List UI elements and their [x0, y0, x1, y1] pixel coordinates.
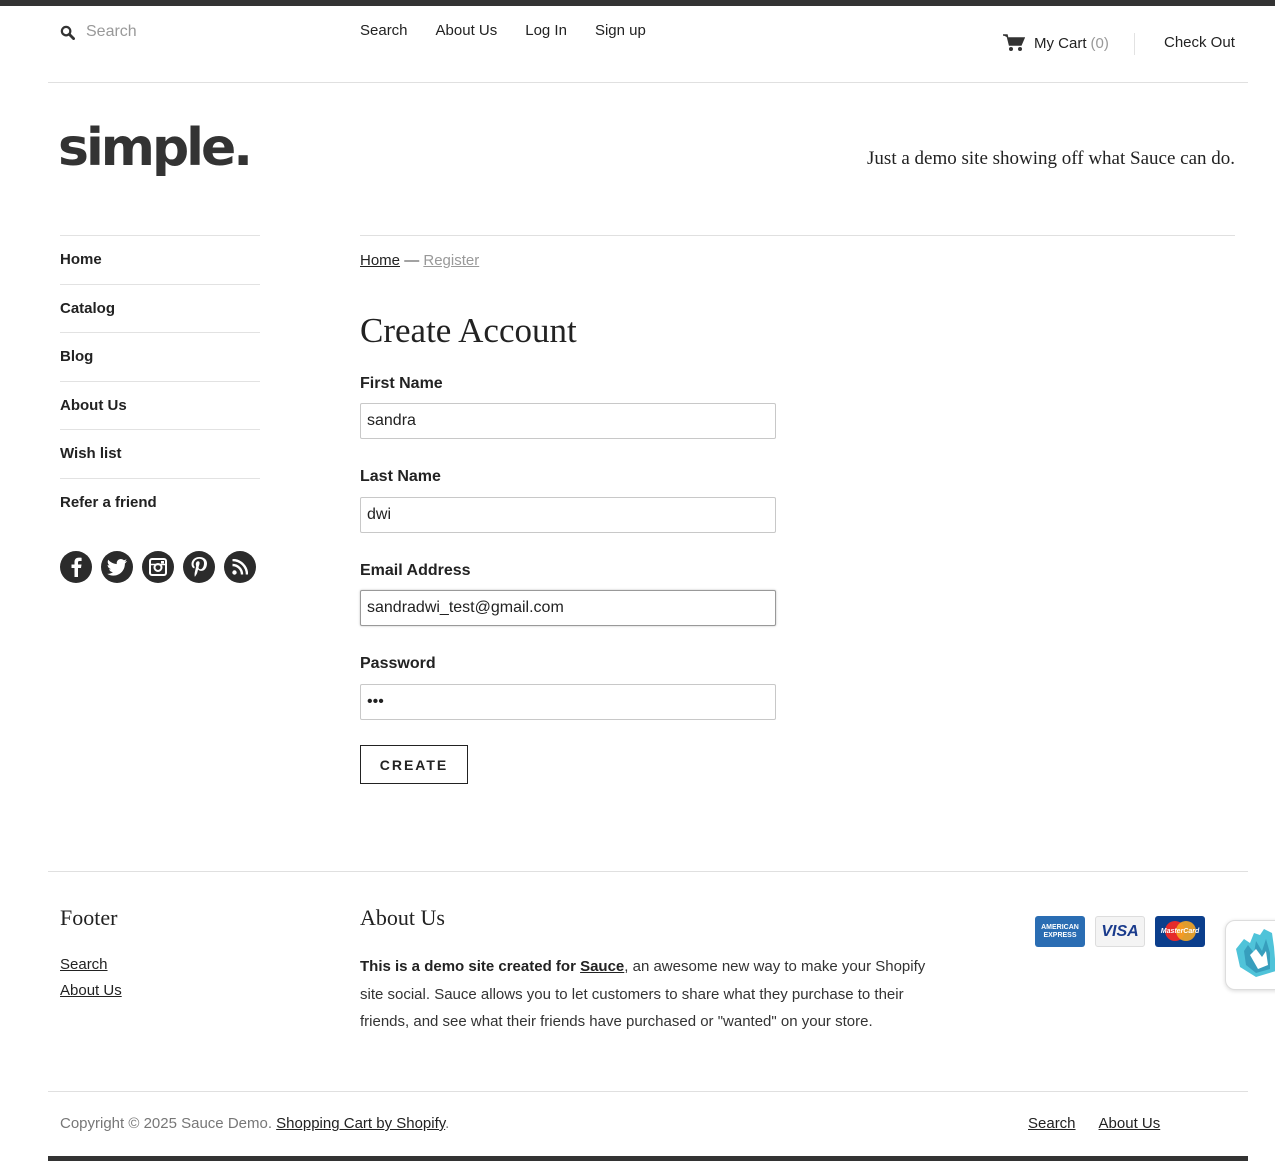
password-field[interactable]	[360, 684, 776, 720]
bottom-border	[48, 1156, 1248, 1161]
bottom-link-about-us[interactable]: About Us	[1099, 1115, 1161, 1132]
sidebar-item-refer-a-friend[interactable]: Refer a friend	[60, 477, 260, 527]
copyright: Copyright © 2025 Sauce Demo. Shopping Ca…	[60, 1115, 450, 1132]
top-nav-sign-up[interactable]: Sign up	[595, 22, 646, 39]
my-cart-link[interactable]: My Cart (0)	[1003, 34, 1109, 52]
footer-link-search[interactable]: Search	[60, 956, 108, 973]
cart-divider	[1134, 33, 1135, 55]
amex-card-icon: AMERICAN EXPRESS	[1035, 916, 1085, 947]
first-name-label: First Name	[360, 375, 443, 392]
footer-title: Footer	[60, 905, 118, 930]
page-title: Create Account	[360, 311, 577, 350]
last-name-label: Last Name	[360, 468, 441, 485]
mastercard-text: MasterCard	[1160, 928, 1200, 935]
sauce-link[interactable]: Sauce	[580, 958, 624, 975]
breadcrumb-separator: —	[404, 252, 420, 269]
shopify-link[interactable]: Shopping Cart by Shopify	[276, 1115, 445, 1132]
site-logo[interactable]: simple.	[58, 118, 253, 178]
pinterest-icon[interactable]	[183, 551, 215, 583]
payment-cards: AMERICAN EXPRESS VISA MasterCard	[1035, 916, 1205, 947]
top-border	[0, 0, 1275, 6]
footer-link-about-us[interactable]: About Us	[60, 982, 122, 999]
content-divider	[360, 235, 1235, 236]
last-name-field[interactable]	[360, 497, 776, 533]
mastercard-card-icon: MasterCard	[1155, 916, 1205, 947]
sidebar-nav: Home Catalog Blog About Us Wish list Ref…	[60, 235, 260, 526]
twitter-icon[interactable]	[101, 551, 133, 583]
email-label: Email Address	[360, 562, 471, 579]
bottom-links: Search About Us	[1028, 1115, 1160, 1132]
password-label: Password	[360, 655, 436, 672]
facebook-icon[interactable]	[60, 551, 92, 583]
search-icon	[60, 25, 75, 40]
top-nav-search[interactable]: Search	[360, 22, 408, 39]
hand-icon	[1236, 929, 1275, 977]
social-links	[60, 551, 256, 583]
site-tagline: Just a demo site showing off what Sauce …	[867, 148, 1235, 169]
sidebar-item-home[interactable]: Home	[60, 235, 260, 284]
copyright-divider	[48, 1091, 1248, 1092]
header-search[interactable]	[60, 20, 320, 44]
about-bold-text: This is a demo site created for	[360, 958, 576, 975]
search-input[interactable]	[86, 23, 286, 41]
sidebar-item-blog[interactable]: Blog	[60, 332, 260, 381]
top-nav: Search About Us Log In Sign up	[360, 22, 646, 39]
rss-icon[interactable]	[224, 551, 256, 583]
visa-card-icon: VISA	[1095, 916, 1145, 947]
create-button[interactable]: CREATE	[360, 745, 468, 784]
breadcrumb-home[interactable]: Home	[360, 252, 400, 269]
cart-label: My Cart	[1034, 34, 1087, 52]
amex-line1: AMERICAN	[1041, 923, 1079, 931]
check-out-link[interactable]: Check Out	[1164, 34, 1235, 51]
footer-divider	[48, 871, 1248, 872]
breadcrumb: Home — Register	[360, 252, 479, 269]
sidebar-item-about-us[interactable]: About Us	[60, 380, 260, 430]
breadcrumb-register[interactable]: Register	[423, 252, 479, 269]
accessibility-widget[interactable]	[1225, 920, 1275, 990]
top-nav-log-in[interactable]: Log In	[525, 22, 567, 39]
sidebar-item-catalog[interactable]: Catalog	[60, 283, 260, 333]
first-name-field[interactable]	[360, 403, 776, 439]
about-us-text: This is a demo site created for Sauce, a…	[360, 953, 940, 1036]
amex-line2: EXPRESS	[1043, 931, 1077, 939]
copyright-text: Copyright © 2025 Sauce Demo.	[60, 1115, 272, 1132]
bottom-link-search[interactable]: Search	[1028, 1115, 1076, 1132]
cart-icon	[1003, 34, 1025, 51]
top-nav-about-us[interactable]: About Us	[436, 22, 498, 39]
cart-count: (0)	[1090, 34, 1109, 52]
about-us-title: About Us	[360, 905, 445, 930]
header-divider	[48, 82, 1248, 83]
instagram-icon[interactable]	[142, 551, 174, 583]
email-field[interactable]	[360, 590, 776, 626]
sidebar-item-wish-list[interactable]: Wish list	[60, 429, 260, 478]
